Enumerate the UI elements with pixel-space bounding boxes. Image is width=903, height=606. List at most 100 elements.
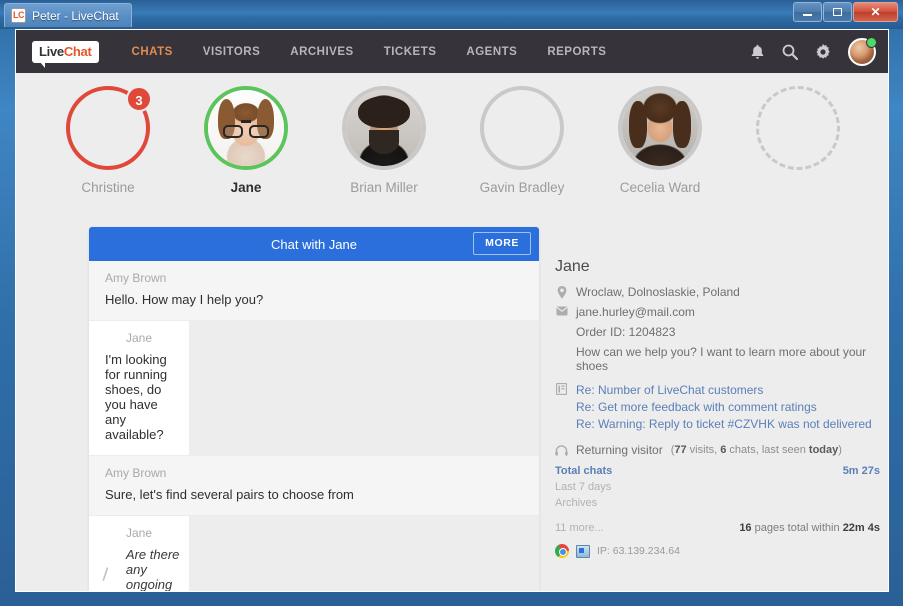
visitors-strip: Dallas XAS Austin Hou 3 Christine [16, 73, 888, 208]
ticket-link[interactable]: Re: Warning: Reply to ticket #CZVHK was … [576, 416, 872, 433]
returning-visitor-row: Returning visitor (77 visits, 6 chats, l… [555, 443, 880, 457]
visitor-name: Brian Miller [350, 180, 418, 195]
visitor-card-empty-slot[interactable] [748, 86, 848, 170]
visitor-name: Jane [230, 180, 262, 195]
location-pin-icon [555, 285, 568, 299]
returning-visitor-icon [555, 444, 568, 456]
chat-message: Amy Brown Hello. How may I help you? [89, 261, 539, 321]
visitor-order-id: Order ID: 1204823 [576, 325, 676, 339]
window-title-tab[interactable]: LC Peter - LiveChat [4, 3, 132, 27]
chat-message: Jane I'm looking for running shoes, do y… [89, 321, 189, 456]
nav-item-tickets[interactable]: TICKETS [369, 46, 452, 58]
visitor-email: jane.hurley@mail.com [576, 305, 695, 319]
message-author: Jane [125, 526, 153, 540]
chat-header: Chat with Jane MORE [89, 227, 539, 261]
returning-visitor-label: Returning visitor [576, 443, 663, 457]
chat-title: Chat with Jane [271, 236, 357, 252]
stat-row-total-chats[interactable]: Total chats 5m 27s [555, 464, 880, 478]
close-icon: ✕ [870, 5, 881, 19]
visitor-card-jane[interactable]: Jane [196, 86, 296, 195]
nav-item-agents[interactable]: AGENTS [451, 46, 532, 58]
message-text: Are there any ongoing specials? [125, 547, 180, 592]
pages-summary: 16 pages total within 22m 4s [739, 522, 880, 534]
gear-icon[interactable] [815, 43, 831, 60]
visitor-tickets-row: Re: Number of LiveChat customers Re: Get… [555, 382, 880, 433]
nav-item-reports[interactable]: REPORTS [532, 46, 621, 58]
mail-icon [555, 305, 568, 316]
message-text: Sure, let's find several pairs to choose… [105, 487, 354, 502]
visitor-photo-jane [208, 90, 284, 166]
visitor-card-gavin-bradley[interactable]: Gavin Bradley [472, 86, 572, 195]
unread-badge: 3 [126, 86, 152, 112]
nav-item-visitors[interactable]: VISITORS [188, 46, 275, 58]
windows-icon [576, 544, 590, 558]
visitor-info-name: Jane [555, 258, 590, 275]
stat-label[interactable]: Total chats [555, 464, 612, 478]
ticket-link[interactable]: Re: Get more feedback with comment ratin… [576, 399, 872, 416]
logo-text-live: Live [39, 43, 64, 59]
spacer-icon [555, 345, 568, 346]
message-author: Amy Brown [105, 466, 167, 480]
message-text: Hello. How may I help you? [105, 292, 264, 307]
app-navbar: LiveChat CHATS VISITORS ARCHIVES TICKETS… [16, 30, 888, 73]
ticket-icon [555, 382, 568, 395]
returning-visitor-detail: (77 visits, 6 chats, last seen today) [670, 444, 842, 456]
chrome-icon [555, 544, 569, 558]
visitor-email-row: jane.hurley@mail.com [555, 305, 880, 319]
window-controls: ✕ [793, 2, 898, 22]
visitor-name: Cecelia Ward [619, 180, 701, 195]
visitor-location-row: Wroclaw, Dolnoslaskie, Poland [555, 285, 880, 299]
visit-count: 77 [674, 444, 687, 456]
visitor-card-brian-miller[interactable]: Brian Miller [334, 86, 434, 195]
visitor-prechat-message: How can we help you? I want to learn mor… [576, 345, 867, 373]
search-icon[interactable] [782, 44, 798, 60]
nav-item-chats[interactable]: CHATS [117, 46, 188, 58]
stat-row-last-7-days[interactable]: Last 7 days [555, 480, 880, 494]
agent-avatar[interactable] [848, 36, 877, 66]
stat-row-more[interactable]: 11 more... 16 pages total within 22m 4s [555, 521, 880, 535]
livechat-logo[interactable]: LiveChat [32, 40, 99, 68]
visitor-stats: Total chats 5m 27s Last 7 days Archives … [555, 464, 880, 535]
stat-label[interactable]: Archives [555, 496, 597, 510]
window-title-text: Peter - LiveChat [32, 8, 119, 23]
more-link[interactable]: 11 more... [555, 521, 604, 535]
visitor-ring [204, 86, 288, 170]
visitor-order-row: Order ID: 1204823 [555, 325, 880, 339]
minimize-button[interactable] [793, 2, 822, 22]
close-button[interactable]: ✕ [853, 2, 898, 22]
last-seen: today [808, 444, 839, 456]
window-frame: LC Peter - LiveChat ✕ LiveChat CHATS VIS… [0, 0, 903, 606]
window-titlebar: LC Peter - LiveChat ✕ [0, 0, 903, 29]
pages-count: 16 [739, 522, 752, 534]
visitor-prechat-row: How can we help you? I want to learn mor… [555, 345, 880, 373]
app-client-area: LiveChat CHATS VISITORS ARCHIVES TICKETS… [15, 29, 889, 592]
visitor-card-cecelia-ward[interactable]: Cecelia Ward [610, 86, 710, 195]
more-button[interactable]: MORE [473, 232, 531, 255]
nav-items: CHATS VISITORS ARCHIVES TICKETS AGENTS R… [117, 46, 622, 58]
logo-text-chat: Chat [63, 43, 92, 59]
stat-value: 5m 27s [842, 465, 880, 477]
visitor-name: Christine [81, 180, 135, 195]
livechat-favicon-icon: LC [11, 8, 26, 23]
visitor-ring [480, 86, 564, 170]
pages-time: 22m 4s [842, 522, 880, 534]
message-text: I'm looking for running shoes, do you ha… [105, 352, 168, 442]
visitor-info-panel: Jane Wroclaw, Dolnoslaskie, Poland jane.… [555, 258, 880, 558]
maximize-button[interactable] [823, 2, 852, 22]
visitor-location: Wroclaw, Dolnoslaskie, Poland [576, 285, 740, 299]
bell-icon[interactable] [750, 44, 765, 60]
visitor-card-christine[interactable]: Dallas XAS Austin Hou 3 Christine [58, 86, 158, 195]
navbar-right-actions [750, 36, 877, 66]
ticket-link[interactable]: Re: Number of LiveChat customers [576, 382, 872, 399]
stat-label[interactable]: Last 7 days [555, 480, 611, 494]
visitor-ring [618, 86, 702, 170]
chat-message-typing: Jane Are there any ongoing specials? [89, 516, 189, 592]
visitor-name: Gavin Bradley [479, 180, 565, 195]
pencil-typing-icon [98, 566, 112, 589]
nav-item-archives[interactable]: ARCHIVES [275, 46, 368, 58]
stat-row-archives[interactable]: Archives [555, 496, 880, 510]
visitor-ring: Dallas XAS Austin Hou 3 [66, 86, 152, 170]
visitor-photo-cecelia [622, 90, 698, 166]
maximize-icon [833, 8, 842, 16]
chat-message: Amy Brown Sure, let's find several pairs… [89, 456, 539, 516]
